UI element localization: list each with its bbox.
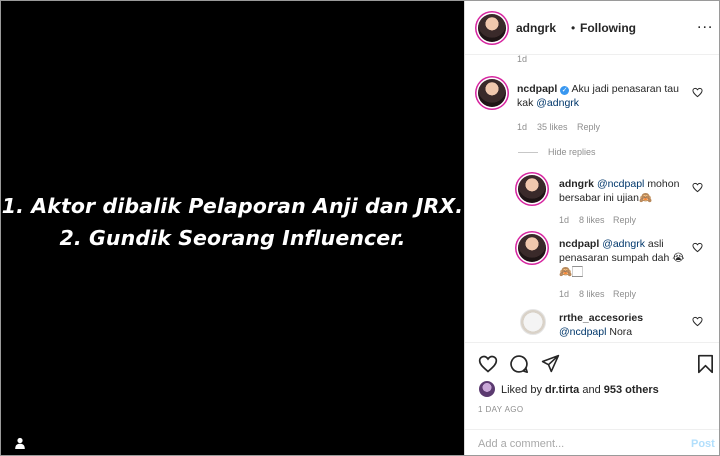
reply-time: 1d <box>559 215 570 225</box>
author-username[interactable]: adngrk <box>516 21 556 35</box>
post-window: 1. Aktor dibalik Pelaporan Anji dan JRX.… <box>0 0 720 456</box>
reply-button[interactable]: Reply <box>577 122 600 132</box>
mention-link[interactable]: @adngrk <box>536 97 579 109</box>
post-image-text: 1. Aktor dibalik Pelaporan Anji dan JRX.… <box>1 190 464 254</box>
comment-time: 1d <box>517 122 528 132</box>
reply-username[interactable]: ncdpapl <box>559 238 599 250</box>
reply-likes[interactable]: 8 likes <box>579 215 605 225</box>
more-options-icon[interactable]: ... <box>697 15 713 33</box>
avatar[interactable] <box>518 175 546 203</box>
avatar[interactable] <box>478 14 506 42</box>
mention-link[interactable]: @ncdpapl <box>597 178 644 190</box>
share-paper-plane-icon[interactable] <box>541 354 560 373</box>
like-comment-heart-icon[interactable] <box>692 87 703 98</box>
comment-text: ncdpapl ✓ Aku jadi penasaran tau kak @ad… <box>517 83 679 109</box>
like-comment-heart-icon[interactable] <box>692 182 703 193</box>
reply-text: rrthe_accesories @ncdpapl Nora <box>559 312 644 338</box>
post-comment-button[interactable]: Post <box>691 438 715 450</box>
avatar[interactable] <box>478 79 506 107</box>
reply-button[interactable]: Reply <box>613 215 636 225</box>
reply-text: adngrk @ncdpapl mohon bersabar ini ujian… <box>559 178 680 204</box>
reply-likes[interactable]: 8 likes <box>579 289 605 299</box>
post-image-line-1: 1. Aktor dibalik Pelaporan Anji dan JRX. <box>1 194 464 218</box>
separator-dot: • <box>571 21 576 35</box>
liker-username[interactable]: dr.tirta <box>545 384 579 396</box>
bookmark-icon[interactable] <box>697 354 714 374</box>
comments-list[interactable]: 1d ncdpapl ✓ Aku jadi penasaran tau kak … <box>465 55 719 342</box>
reply-time: 1d <box>559 289 570 299</box>
comment-username[interactable]: ncdpapl <box>517 83 557 95</box>
comments-panel: adngrk • Following ... 1d ncdpapl ✓ Aku … <box>464 1 719 455</box>
reply-username[interactable]: rrthe_accesories <box>559 312 643 324</box>
like-heart-icon[interactable] <box>478 354 498 374</box>
likes-summary: Liked by dr.tirta and 953 others <box>501 384 659 396</box>
divider <box>518 152 538 153</box>
hide-replies-button[interactable]: Hide replies <box>548 147 596 157</box>
post-actions: Liked by dr.tirta and 953 others 1 DAY A… <box>465 342 719 455</box>
comment-bubble-icon[interactable] <box>509 354 529 374</box>
avatar[interactable] <box>520 309 546 335</box>
like-comment-heart-icon[interactable] <box>692 242 703 253</box>
user-tag-icon[interactable] <box>14 437 26 449</box>
add-comment-bar: Post <box>465 429 719 455</box>
mention-link[interactable]: @ncdpapl <box>559 326 606 338</box>
comment-likes[interactable]: 35 likes <box>537 122 568 132</box>
avatar[interactable] <box>518 234 546 262</box>
verified-badge-icon: ✓ <box>560 86 570 95</box>
post-image-line-2: 2. Gundik Seorang Influencer. <box>59 226 406 250</box>
add-comment-input[interactable] <box>478 438 668 450</box>
others-likes-link[interactable]: 953 others <box>604 384 659 396</box>
post-header: adngrk • Following ... <box>465 1 719 55</box>
post-time[interactable]: 1 DAY AGO <box>478 405 524 414</box>
following-button[interactable]: Following <box>580 21 636 35</box>
reply-button[interactable]: Reply <box>613 289 636 299</box>
liker-avatar[interactable] <box>479 381 495 397</box>
previous-comment-time: 1d <box>517 55 528 64</box>
reply-username[interactable]: adngrk <box>559 178 594 190</box>
post-image[interactable]: 1. Aktor dibalik Pelaporan Anji dan JRX.… <box>1 1 464 455</box>
reply-text: ncdpapl @adngrk asli penasaran sumpah da… <box>559 238 685 278</box>
like-comment-heart-icon[interactable] <box>692 316 703 327</box>
mention-link[interactable]: @adngrk <box>602 238 645 250</box>
